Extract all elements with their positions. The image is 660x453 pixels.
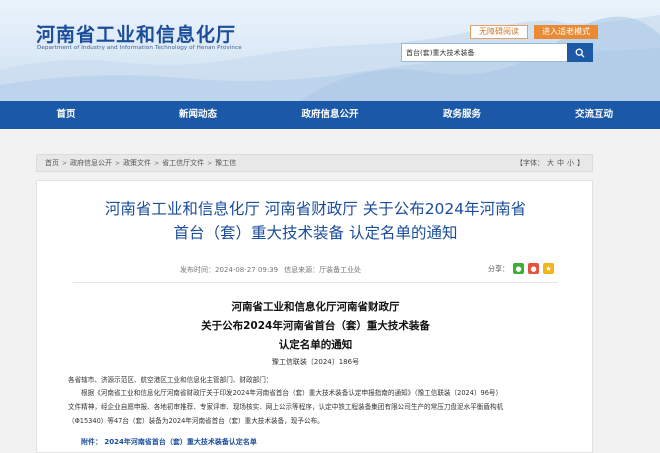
font-medium-button[interactable]: 中 [557, 158, 564, 168]
accessibility-button[interactable]: 无障碍阅读 [470, 25, 528, 39]
wechat-icon[interactable]: ● [513, 263, 524, 274]
chevron-right-icon: > [207, 159, 213, 167]
doc-paragraph-1: 根据《河南省工业和信息化厅河南省财政厅关于印发2024年河南省首台（套）重大技术… [81, 389, 503, 397]
font-size-control: 【字体： 大 中 小 】 [516, 158, 584, 168]
publish-time: 2024-08-27 09:39 [215, 266, 279, 274]
search-icon [575, 48, 585, 57]
main-nav: 首页 新闻动态 政府信息公开 政务服务 交流互动 [0, 101, 660, 129]
breadcrumb-gov-info[interactable]: 政府信息公开 [70, 158, 112, 168]
weibo-icon[interactable]: ● [528, 263, 539, 274]
breadcrumb-current[interactable]: 豫工信 [215, 158, 236, 168]
breadcrumb-policy[interactable]: 政策文件 [123, 158, 151, 168]
doc-heading-3: 认定名单的通知 [278, 339, 353, 351]
search-button[interactable] [567, 43, 593, 62]
qzone-icon[interactable]: ★ [543, 263, 554, 274]
share-label: 分享： [488, 264, 509, 273]
search-input[interactable] [401, 43, 567, 62]
font-size-end: 】 [577, 159, 584, 167]
article-title-line1: 河南省工业和信息化厅 河南省财政厅 关于公布2024年河南省 [104, 200, 527, 218]
search-box [401, 43, 593, 62]
site-subtitle: Department of Industry and Information T… [37, 45, 242, 51]
article-title-line2: 首台（套）重大技术装备 认定名单的通知 [173, 224, 458, 242]
nav-home[interactable]: 首页 [0, 101, 132, 129]
doc-number: 豫工信联装〔2024〕186号 [271, 358, 360, 366]
divider [73, 282, 558, 283]
site-title[interactable]: 河南省工业和信息化厅 [36, 20, 236, 47]
doc-heading-1: 河南省工业和信息化厅河南省财政厅 [231, 301, 400, 313]
elder-mode-button[interactable]: 进入适老模式 [534, 25, 598, 39]
font-large-button[interactable]: 大 [547, 158, 554, 168]
doc-recipients: 各省辖市、济源示范区、航空港区工业和信息化主管部门、财政部门： [68, 376, 273, 384]
article-panel: 河南省工业和信息化厅 河南省财政厅 关于公布2024年河南省 首台（套）重大技术… [36, 180, 593, 453]
header-banner: 河南省工业和信息化厅 Department of Industry and In… [0, 0, 660, 101]
nav-interaction[interactable]: 交流互动 [528, 101, 660, 129]
doc-heading-2: 关于公布2024年河南省首台（套）重大技术装备 [201, 320, 430, 332]
attachment-link[interactable]: 附件： 2024年河南省首台（套）重大技术装备认定名单 [81, 437, 257, 447]
breadcrumb-dept-files[interactable]: 省工信厅文件 [162, 158, 204, 168]
breadcrumb-home[interactable]: 首页 [45, 158, 59, 168]
chevron-right-icon: > [62, 159, 68, 167]
nav-news[interactable]: 新闻动态 [132, 101, 264, 129]
source-label: 信息来源： [284, 266, 320, 274]
doc-paragraph-2: 文件精神，经企业自愿申报、各地初审推荐、专家评审、现场核实、网上公示等程序，认定… [68, 403, 504, 411]
doc-paragraph-3: （Φ15340）等47台（套）装备为2024年河南省首台（套）重大技术装备，现予… [68, 417, 324, 425]
nav-gov-info[interactable]: 政府信息公开 [264, 101, 396, 129]
font-small-button[interactable]: 小 [567, 158, 574, 168]
nav-services[interactable]: 政务服务 [396, 101, 528, 129]
breadcrumb: 首页 > 政府信息公开 > 政策文件 > 省工信厅文件 > 豫工信 【字体： 大… [36, 154, 593, 172]
article-meta: 发布时间：2024-08-27 09:39 信息来源：厅装备工业处 [180, 265, 361, 275]
font-size-label: 【字体： [516, 159, 544, 167]
chevron-right-icon: > [154, 159, 160, 167]
article-title: 河南省工业和信息化厅 河南省财政厅 关于公布2024年河南省 首台（套）重大技术… [37, 197, 594, 245]
chevron-right-icon: > [115, 159, 121, 167]
source-value: 厅装备工业处 [319, 266, 362, 274]
share-bar: 分享： ● ● ★ [488, 263, 554, 274]
publish-label: 发布时间： [180, 266, 215, 274]
